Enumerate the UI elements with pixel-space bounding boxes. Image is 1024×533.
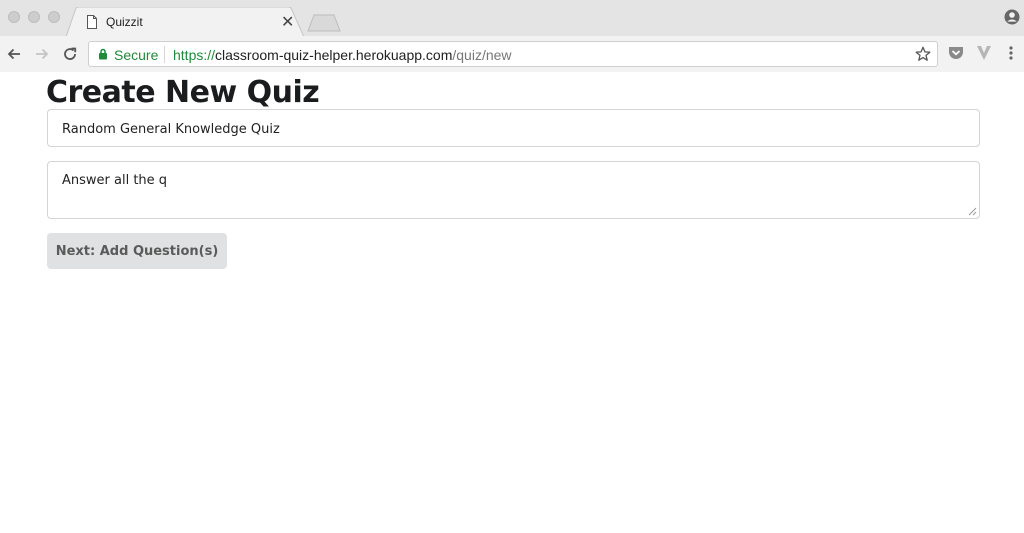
resize-handle-icon[interactable] xyxy=(968,207,977,216)
reload-button[interactable] xyxy=(60,44,80,64)
toolbar: Secure https://classroom-quiz-helper.her… xyxy=(0,36,1024,72)
next-add-questions-button[interactable]: Next: Add Question(s) xyxy=(47,233,227,269)
bookmark-star-icon[interactable] xyxy=(915,46,931,62)
page-content: Create New Quiz Random General Knowledge… xyxy=(0,73,1024,533)
window-maximize-icon[interactable] xyxy=(48,11,60,23)
page-icon xyxy=(87,15,97,29)
quiz-description-textarea[interactable]: Answer all the q xyxy=(47,161,980,219)
secure-label: Secure xyxy=(114,47,159,63)
url-path: /quiz/new xyxy=(452,47,512,63)
browser-tab[interactable]: Quizzit ✕ xyxy=(66,7,306,37)
tab-strip: Quizzit ✕ xyxy=(0,0,1024,37)
page-title: Create New Quiz xyxy=(46,75,320,110)
url-text: https://classroom-quiz-helper.herokuapp.… xyxy=(173,47,512,63)
quiz-description-value: Answer all the q xyxy=(62,173,168,188)
new-tab-button[interactable] xyxy=(307,14,341,32)
browser-chrome: Quizzit ✕ Secure https://classroom-quiz-… xyxy=(0,0,1024,72)
quiz-title-input[interactable]: Random General Knowledge Quiz xyxy=(47,109,980,147)
window-close-icon[interactable] xyxy=(8,11,20,23)
address-bar[interactable]: Secure https://classroom-quiz-helper.her… xyxy=(88,41,938,67)
window-minimize-icon[interactable] xyxy=(28,11,40,23)
extension-v-icon[interactable] xyxy=(976,44,992,62)
lock-icon xyxy=(99,48,107,60)
back-arrow-icon xyxy=(7,48,20,60)
tab-close-icon[interactable]: ✕ xyxy=(281,12,294,32)
url-host: classroom-quiz-helper.herokuapp.com xyxy=(215,47,453,63)
reload-icon xyxy=(64,47,77,60)
quiz-title-value: Random General Knowledge Quiz xyxy=(62,122,280,137)
url-scheme: https:// xyxy=(173,47,216,63)
forward-arrow-icon xyxy=(36,48,49,60)
address-divider xyxy=(164,46,165,63)
pocket-icon[interactable] xyxy=(947,44,965,62)
menu-dots-icon[interactable] xyxy=(1007,44,1015,62)
tab-title: Quizzit xyxy=(106,15,143,29)
forward-button[interactable] xyxy=(32,44,52,64)
back-button[interactable] xyxy=(4,44,24,64)
tab-shape xyxy=(66,7,305,37)
profile-icon[interactable] xyxy=(1004,9,1020,25)
